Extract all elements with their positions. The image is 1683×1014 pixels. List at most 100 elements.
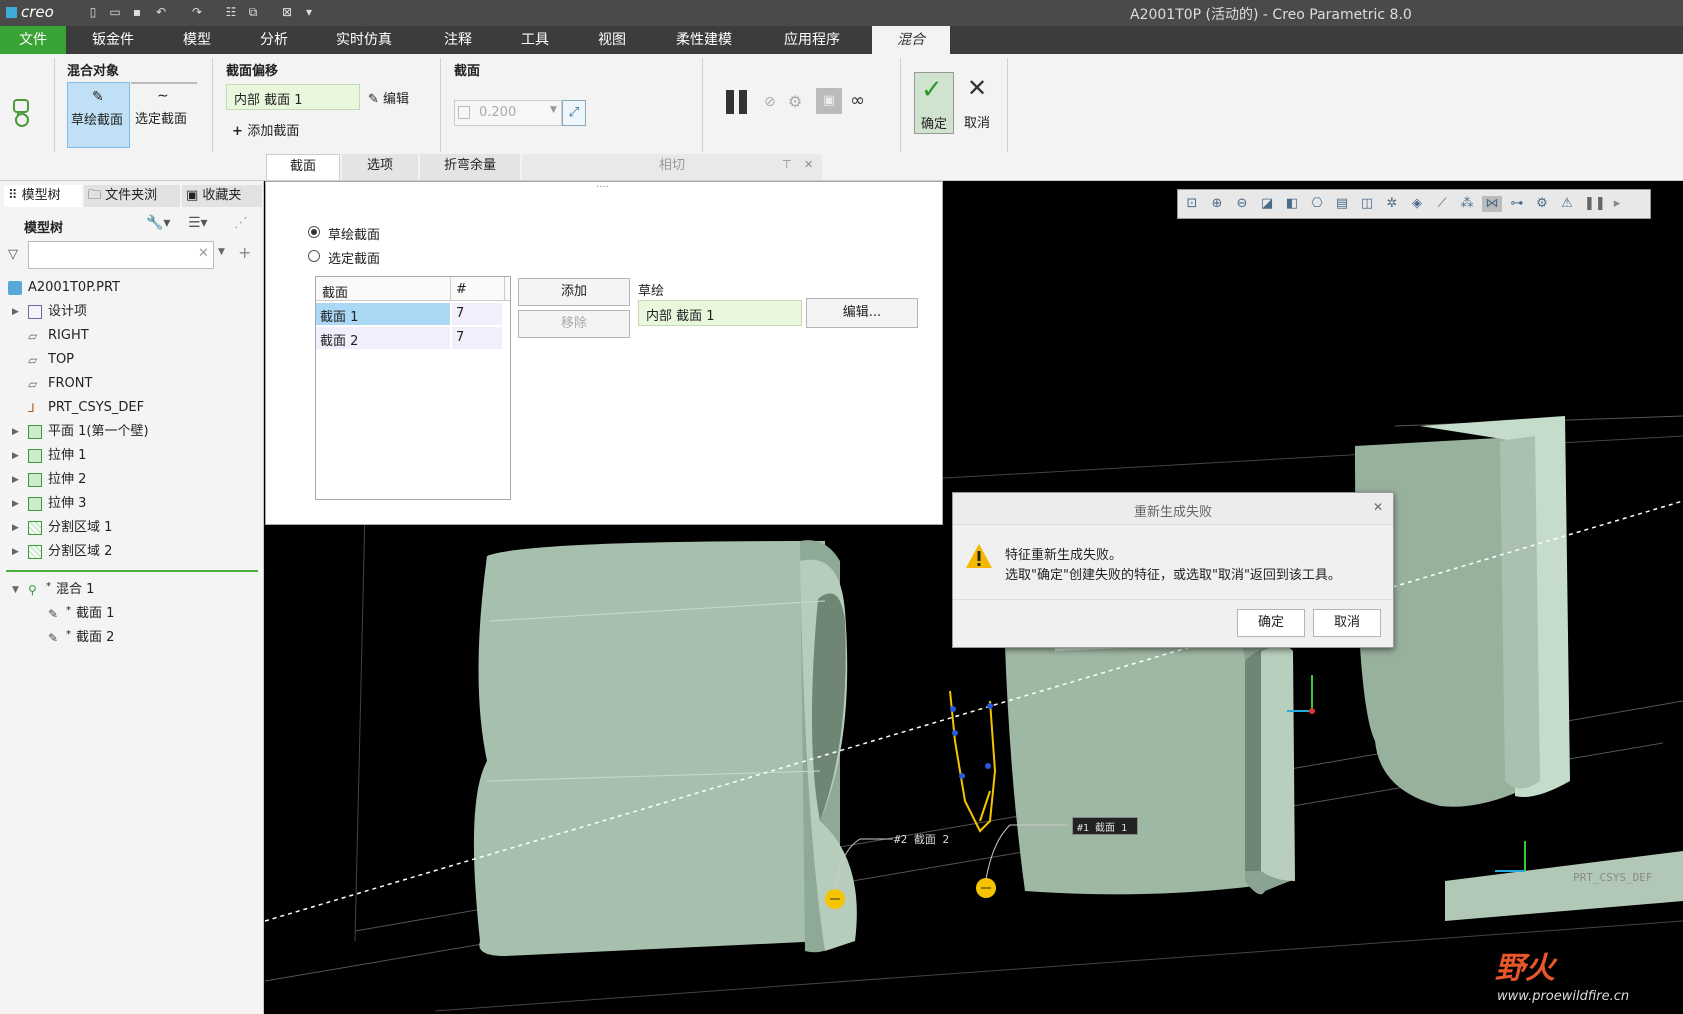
- glasses-icon[interactable]: ∞: [850, 90, 865, 111]
- tab-file[interactable]: 文件: [0, 26, 66, 54]
- subtab-sections[interactable]: 截面: [266, 154, 340, 180]
- section-value-spinner[interactable]: 0.200: [454, 100, 562, 126]
- edit-sketch-button[interactable]: 编辑...: [806, 298, 918, 328]
- insert-here-marker[interactable]: [6, 570, 258, 572]
- col-count-header[interactable]: #: [456, 282, 467, 297]
- tree-item-front[interactable]: ▱ FRONT: [0, 373, 262, 395]
- new-file-icon[interactable]: ▯: [86, 5, 100, 19]
- settings-tools-icon[interactable]: 🔧▾: [146, 215, 170, 231]
- tree-item-extrude-3[interactable]: ▶ 拉伸 3: [0, 493, 262, 515]
- tab-tools[interactable]: 工具: [505, 26, 565, 54]
- tab-simulation[interactable]: 实时仿真: [326, 26, 402, 54]
- subtab-tangency[interactable]: 相切: [522, 154, 822, 180]
- subtab-options[interactable]: 选项: [342, 154, 418, 180]
- tree-item-extrude-1[interactable]: ▶ 拉伸 1: [0, 445, 262, 467]
- expand-arrow-icon[interactable]: ▶: [12, 517, 22, 539]
- no-preview-icon[interactable]: ⊘: [764, 94, 776, 110]
- dropdown-arrow-icon[interactable]: ▼: [550, 105, 557, 115]
- zoom-in-icon[interactable]: ⊕: [1209, 196, 1225, 212]
- table-row[interactable]: 截面 2 7: [316, 327, 502, 349]
- csys-display-icon[interactable]: ⚙: [1534, 196, 1550, 212]
- open-file-icon[interactable]: ▭: [108, 5, 122, 19]
- refit-icon[interactable]: ⊡: [1184, 196, 1200, 212]
- tab-view[interactable]: 视图: [582, 26, 642, 54]
- spin-center-icon[interactable]: ✲: [1384, 196, 1400, 212]
- tab-favorites[interactable]: ▣ 收藏夹: [182, 185, 262, 207]
- expand-arrow-icon[interactable]: ▶: [12, 493, 22, 515]
- tree-item-extrude-2[interactable]: ▶ 拉伸 2: [0, 469, 262, 491]
- add-section-button[interactable]: 添加: [518, 278, 630, 306]
- pause-icon[interactable]: [726, 90, 748, 114]
- tab-blend[interactable]: 混合: [872, 26, 950, 54]
- tree-item-blend-1[interactable]: ▼ ⚲ * 混合 1: [0, 579, 262, 601]
- clear-search-icon[interactable]: ✕: [198, 246, 209, 261]
- expand-arrow-icon[interactable]: ▶: [12, 445, 22, 467]
- zoom-out-icon[interactable]: ⊖: [1234, 196, 1250, 212]
- select-section-button[interactable]: ∼ 选定截面: [131, 82, 197, 148]
- panel-close-icon[interactable]: ✕: [804, 158, 813, 171]
- tab-flexible-modeling[interactable]: 柔性建模: [664, 26, 744, 54]
- ok-button[interactable]: ✓ 确定: [914, 72, 954, 134]
- tree-item-right[interactable]: ▱ RIGHT: [0, 325, 262, 347]
- verify-mode-icon[interactable]: ▣: [816, 88, 842, 114]
- pin-icon[interactable]: ⊤: [782, 158, 792, 171]
- radio-select-section[interactable]: [308, 250, 320, 262]
- perspective-icon[interactable]: ◫: [1359, 196, 1375, 212]
- point-display-icon[interactable]: ⊶: [1509, 196, 1525, 212]
- close-window-icon[interactable]: ⊠: [280, 5, 294, 19]
- collapse-arrow-icon[interactable]: ▼: [12, 579, 22, 601]
- cancel-button[interactable]: ✕ 取消: [958, 72, 998, 134]
- tab-annotate[interactable]: 注释: [428, 26, 488, 54]
- sketch-field[interactable]: 内部 截面 1: [638, 300, 802, 326]
- tab-model[interactable]: 模型: [166, 26, 228, 54]
- datum-display-icon[interactable]: ⟋: [1434, 196, 1450, 212]
- tab-folder-browser[interactable]: 🗀 文件夹浏: [84, 185, 180, 207]
- tab-model-tree[interactable]: ⠿ 模型树: [4, 185, 82, 207]
- expand-arrow-icon[interactable]: ▶: [12, 421, 22, 443]
- tree-item-split-region-2[interactable]: ▶ 分割区域 2: [0, 541, 262, 563]
- flip-direction-icon[interactable]: ⤢: [562, 100, 586, 126]
- preview-icon[interactable]: ⚙: [788, 92, 802, 111]
- toolbar-more-icon[interactable]: ▸: [1609, 196, 1625, 212]
- save-icon[interactable]: ▪: [130, 5, 144, 19]
- customize-toolbar-icon[interactable]: ▾: [302, 5, 316, 19]
- tree-item-section-1[interactable]: ✎ * 截面 1: [0, 603, 262, 625]
- tab-analysis[interactable]: 分析: [243, 26, 305, 54]
- table-row[interactable]: 截面 1 7: [316, 303, 502, 325]
- dialog-cancel-button[interactable]: 取消: [1313, 609, 1381, 637]
- tree-item-planar-wall[interactable]: ▶ 平面 1(第一个壁): [0, 421, 262, 443]
- repaint-icon[interactable]: ◪: [1259, 196, 1275, 212]
- warning-display-icon[interactable]: ⚠: [1559, 196, 1575, 212]
- show-menu-icon[interactable]: ☰▾: [188, 215, 208, 231]
- annotation-display-icon[interactable]: ⁂: [1459, 196, 1475, 212]
- expand-arrow-icon[interactable]: ▶: [12, 541, 22, 563]
- section-2-tag[interactable]: #2 截面 2: [894, 831, 949, 847]
- tree-item-part[interactable]: A2001T0P.PRT: [0, 277, 262, 299]
- section-view-icon[interactable]: ◈: [1409, 196, 1425, 212]
- remove-section-button[interactable]: 移除: [518, 310, 630, 338]
- view-manager-icon[interactable]: ▤: [1334, 196, 1350, 212]
- section-offset-field[interactable]: 内部 截面 1: [226, 84, 360, 110]
- undo-icon[interactable]: ↶: [154, 5, 168, 19]
- saved-orientations-icon[interactable]: ⎔: [1309, 196, 1325, 212]
- tab-applications[interactable]: 应用程序: [770, 26, 854, 54]
- sketch-section-button[interactable]: ✎ 草绘截面: [67, 82, 130, 148]
- panel-grip-icon[interactable]: ····: [596, 182, 609, 193]
- sketch-display-icon[interactable]: ⋈: [1482, 196, 1502, 212]
- display-style-icon[interactable]: ◧: [1284, 196, 1300, 212]
- expand-arrow-icon[interactable]: ▶: [12, 469, 22, 491]
- tab-sheetmetal[interactable]: 钣金件: [82, 26, 144, 54]
- section-1-tag[interactable]: #1 截面 1: [1072, 817, 1138, 835]
- subtab-bend-allowance[interactable]: 折弯余量: [420, 154, 520, 180]
- radio-sketch-section[interactable]: [308, 226, 320, 238]
- edit-button[interactable]: ✎ 编辑: [368, 88, 409, 107]
- tree-search-input[interactable]: [28, 241, 214, 269]
- regenerate-icon[interactable]: ☷: [224, 5, 238, 19]
- tree-item-top[interactable]: ▱ TOP: [0, 349, 262, 371]
- windows-icon[interactable]: ⧉: [246, 5, 260, 19]
- tree-item-design-items[interactable]: ▶ 设计项: [0, 301, 262, 323]
- redo-icon[interactable]: ↷: [190, 5, 204, 19]
- pause-view-icon[interactable]: ❚❚: [1584, 196, 1606, 212]
- col-section-header[interactable]: 截面: [322, 282, 348, 301]
- tree-item-csys[interactable]: ⅃ PRT_CSYS_DEF: [0, 397, 262, 419]
